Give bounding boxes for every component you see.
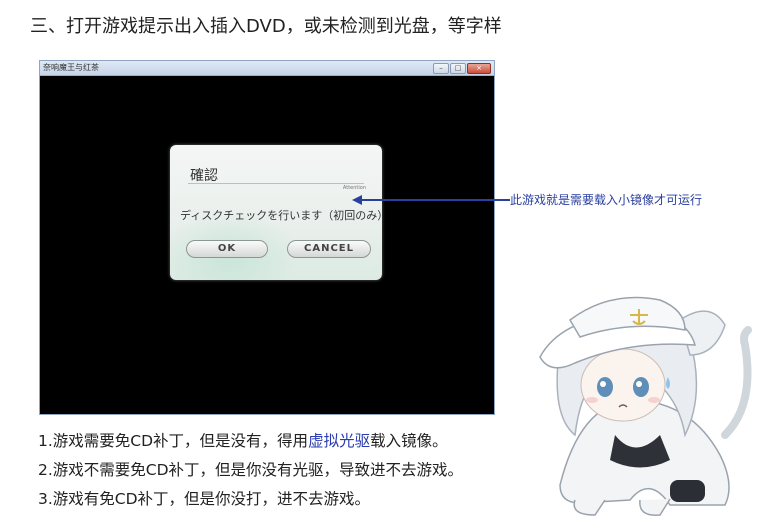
page-heading: 三、打开游戏提示出入插入DVD，或未检测到光盘，等字样 <box>30 16 502 37</box>
confirm-dialog: 確認 Attention ディスクチェックを行います（初回のみ） OK CANC… <box>170 145 382 280</box>
list-item-text: 1.游戏需要免CD补丁，但是没有，得用 <box>38 432 309 450</box>
dialog-subtitle: Attention <box>342 185 366 191</box>
window-controls: – □ × <box>433 63 491 74</box>
window-title: 奈响魔王与红茶 <box>43 63 99 72</box>
explanation-list: 1.游戏需要免CD补丁，但是没有，得用虚拟光驱载入镜像。 2.游戏不需要免CD补… <box>38 429 463 516</box>
mascot-illustration <box>539 296 752 516</box>
maximize-button[interactable]: □ <box>450 63 466 74</box>
window-titlebar: 奈响魔王与红茶 – □ × <box>40 61 494 76</box>
annotation-arrow <box>360 199 510 201</box>
dialog-message: ディスクチェックを行います（初回のみ） <box>180 209 382 222</box>
close-button[interactable]: × <box>467 63 491 74</box>
list-item: 3.游戏有免CD补丁，但是你没打，进不去游戏。 <box>38 490 371 508</box>
game-window: 奈响魔王与红茶 – □ × 確認 Attention ディスクチェックを行います… <box>39 60 495 415</box>
list-item-text: 载入镜像。 <box>370 432 448 450</box>
cancel-button[interactable]: CANCEL <box>287 240 371 258</box>
virtual-drive-link[interactable]: 虚拟光驱 <box>308 432 370 450</box>
minimize-button[interactable]: – <box>433 63 449 74</box>
dialog-title: 確認 <box>190 168 218 184</box>
dialog-divider <box>188 183 364 184</box>
list-item: 1.游戏需要免CD补丁，但是没有，得用虚拟光驱载入镜像。 <box>38 429 463 458</box>
ok-button[interactable]: OK <box>186 240 268 258</box>
list-item: 2.游戏不需要免CD补丁，但是你没有光驱，导致进不去游戏。 <box>38 461 464 479</box>
annotation-text: 此游戏就是需要载入小镜像才可运行 <box>510 193 703 207</box>
